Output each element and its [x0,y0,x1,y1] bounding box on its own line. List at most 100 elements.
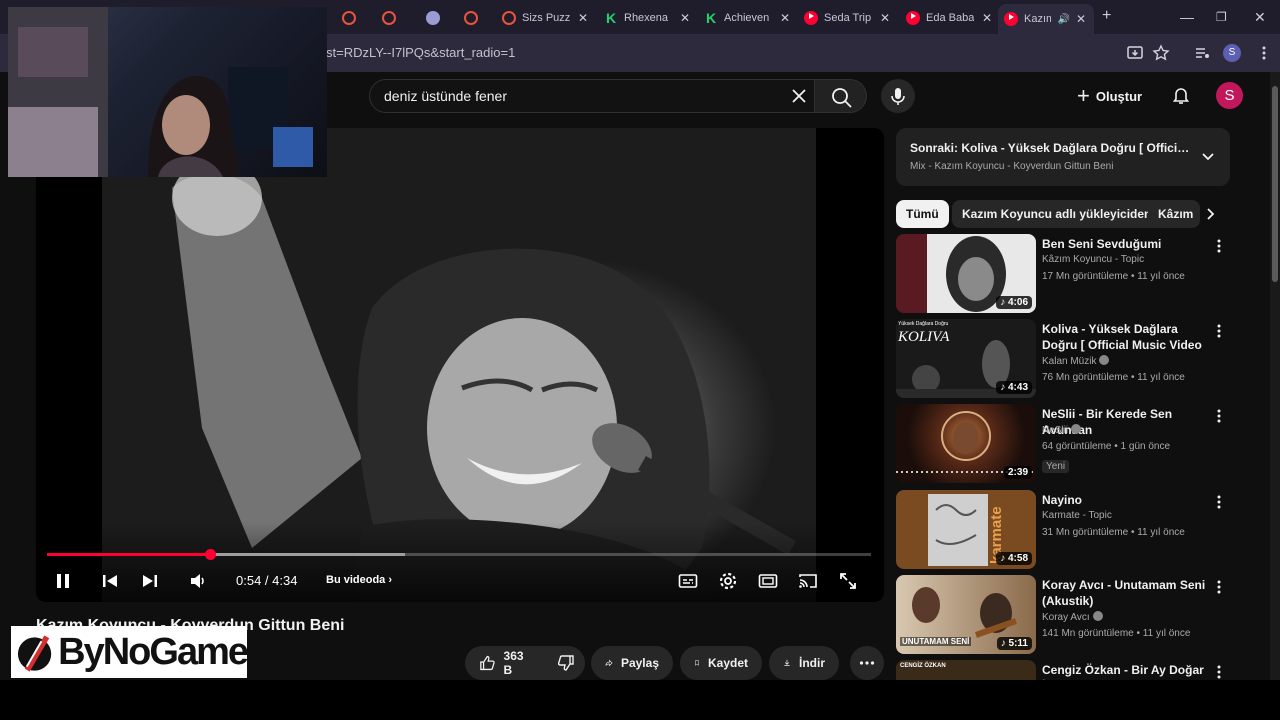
recommendation-title[interactable]: Ben Seni Sevduğumi [1042,236,1208,252]
video-player[interactable]: 0:54 / 4:34 Bu videoda › [36,128,884,602]
new-tab-button[interactable]: + [1102,7,1111,25]
browser-menu-icon[interactable] [1255,44,1273,62]
recommendation-title[interactable]: Cengiz Özkan - Bir Ay Doğar İlk [1042,662,1208,680]
close-icon[interactable]: ✕ [982,11,992,25]
up-next-card[interactable]: Sonraki: Koliva - Yüksek Dağlara Doğru [… [896,128,1230,186]
close-icon[interactable]: ✕ [1076,12,1086,26]
browser-profile-avatar[interactable]: S [1223,44,1241,62]
settings-button[interactable] [718,571,738,591]
user-avatar[interactable]: S [1216,82,1243,109]
browser-tab-3[interactable] [420,6,460,30]
fullscreen-button[interactable] [838,571,858,591]
duration-badge: ♪ 4:43 [996,381,1032,394]
recommendation-title[interactable]: Koray Avcı - Unutamam Seni (Akustik) [1042,577,1208,609]
more-horizontal-icon [859,661,875,665]
window-close-icon[interactable]: ✕ [1254,9,1266,26]
browser-tab-8[interactable]: Seda Trip ✕ [798,6,890,30]
like-button[interactable]: 363 B [465,646,547,680]
recommendation-item[interactable]: ♪ 4:06 Ben Seni Sevduğumi Kâzım Koyuncu … [896,234,1230,314]
thumbnail-caption: UNUTAMAM SENİ [900,637,972,646]
video-thumbnail[interactable]: UNUTAMAM SENİ ♪ 5:11 [896,575,1036,654]
chapters-button[interactable]: Bu videoda › [326,574,392,586]
close-icon[interactable]: ✕ [578,11,588,25]
k-icon: K [705,10,717,26]
channel-name[interactable]: Koray Avcı [1042,611,1217,623]
chip-from-uploader[interactable]: Kazım Koyuncu adlı yükleyiciden [952,200,1162,228]
microphone-icon [891,88,905,105]
theater-mode-button[interactable] [758,571,778,591]
channel-name[interactable]: Karmate - Topic [1042,510,1217,521]
create-button[interactable]: + Oluştur [1077,83,1142,109]
chevron-down-icon[interactable] [1200,148,1216,164]
volume-button[interactable] [188,571,208,591]
search-query[interactable]: deniz üstünde fener [384,88,507,104]
recommendation-item[interactable]: CENGİZ ÖZKAN Cengiz Özkan - Bir Ay Doğar… [896,660,1230,680]
more-vertical-icon[interactable] [1212,408,1226,424]
browser-tab-1[interactable] [336,6,376,30]
browser-tab-2[interactable] [376,6,416,30]
previous-button[interactable] [100,571,120,591]
video-thumbnail[interactable]: ♪ 4:06 [896,234,1036,313]
browser-tab-5[interactable]: Sizs Puzz ✕ [496,6,588,30]
close-icon[interactable]: ✕ [880,11,890,25]
video-thumbnail[interactable]: karmate ♪ 4:58 [896,490,1036,569]
browser-tab-4[interactable] [458,6,498,30]
more-vertical-icon[interactable] [1212,664,1226,680]
channel-name[interactable]: Kâzım Koyuncu - Topic [1042,254,1217,265]
chip-kazim[interactable]: Kâzım [1148,200,1200,228]
recommendation-item[interactable]: Yüksek Dağlara Doğru KOLIVA ♪ 4:43 Koliv… [896,319,1230,399]
close-icon[interactable]: ✕ [680,11,690,25]
next-icon [143,575,157,587]
browser-tab-active[interactable]: Kazım 🔊 ✕ [998,4,1094,34]
more-actions-button[interactable] [850,646,884,680]
recommendation-item[interactable]: 2:39 NeSlii - Bir Kerede Sen Avunsan NeS… [896,404,1230,484]
share-button[interactable]: Paylaş [591,646,673,680]
download-button[interactable]: İndir [769,646,839,680]
recommendation-title[interactable]: Koliva - Yüksek Dağlara Doğru [ Official… [1042,321,1208,353]
chip-all[interactable]: Tümü [896,200,949,228]
pause-button[interactable] [53,571,73,591]
tab-title: Eda Baba [926,12,975,24]
more-vertical-icon[interactable] [1212,323,1226,339]
more-vertical-icon[interactable] [1212,238,1226,254]
speaker-icon[interactable]: 🔊 [1057,14,1069,25]
media-control-icon[interactable] [1193,44,1211,62]
channel-name[interactable]: Kalan Müzik [1042,355,1217,367]
search-input[interactable]: deniz üstünde fener [369,79,815,113]
browser-tab-7[interactable]: K Achieven ✕ [698,6,790,30]
minimize-icon[interactable]: — [1180,9,1194,25]
video-thumbnail[interactable]: Yüksek Dağlara Doğru KOLIVA ♪ 4:43 [896,319,1036,398]
recommendation-item[interactable]: karmate ♪ 4:58 Nayino Karmate - Topic 31… [896,490,1230,570]
scrollbar-thumb[interactable] [1272,86,1278,282]
bookmark-star-icon[interactable] [1152,44,1170,62]
next-button[interactable] [140,571,160,591]
browser-tab-9[interactable]: Eda Baba ✕ [900,6,992,30]
restore-icon[interactable]: ❐ [1216,10,1227,24]
subtitles-button[interactable] [678,571,698,591]
progress-bar[interactable] [47,549,871,560]
browser-tab-6[interactable]: K Rhexena ✕ [598,6,690,30]
dislike-button[interactable] [547,646,585,680]
video-meta: 76 Mn görüntüleme • 11 yıl önce [1042,372,1185,383]
install-app-icon[interactable] [1126,44,1144,62]
clear-search-icon[interactable] [788,85,810,107]
cast-button[interactable] [798,571,818,591]
chevron-right-icon[interactable] [1202,206,1218,222]
voice-search-button[interactable] [881,79,915,113]
url-text[interactable]: st=RDzLY--I7lPQs&start_radio=1 [326,45,515,60]
video-thumbnail[interactable]: 2:39 [896,404,1036,483]
page-scrollbar[interactable] [1270,72,1280,680]
more-vertical-icon[interactable] [1212,579,1226,595]
channel-name[interactable]: NeSlii [1042,424,1217,436]
close-icon[interactable]: ✕ [780,11,790,25]
download-label: İndir [799,656,825,670]
video-thumbnail[interactable]: CENGİZ ÖZKAN [896,660,1036,680]
notifications-bell-icon[interactable] [1170,84,1192,106]
bynogame-logo: ByNoGame [11,626,249,678]
recommendation-item[interactable]: UNUTAMAM SENİ ♪ 5:11 Koray Avcı - Unutam… [896,575,1230,655]
more-vertical-icon[interactable] [1212,494,1226,510]
save-button[interactable]: Kaydet [680,646,762,680]
search-button[interactable] [815,79,867,113]
duration-badge: ♪ 4:06 [996,296,1032,309]
recommendation-title[interactable]: Nayino [1042,492,1208,508]
